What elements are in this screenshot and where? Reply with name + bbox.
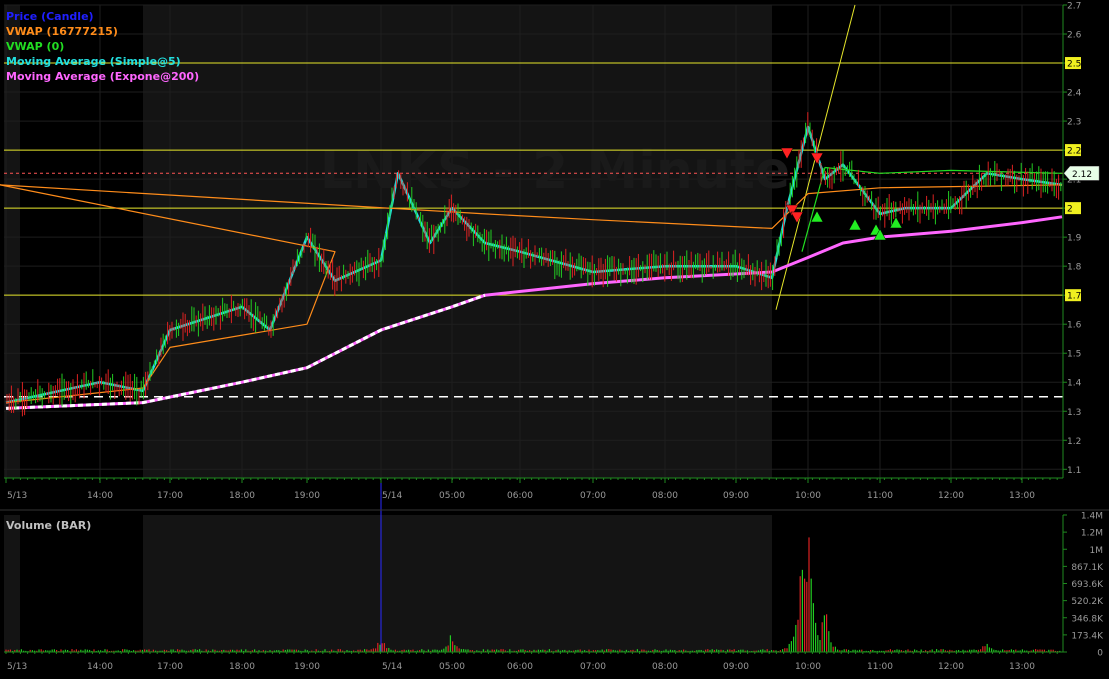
session-shade — [143, 515, 772, 652]
volume-tick-label: 867.1K — [1071, 563, 1104, 573]
price-tick-label: 2.4 — [1067, 89, 1082, 99]
chart-window: LNKS - 2 Minute 2.72.62.52.42.32.22.121.… — [0, 0, 1109, 675]
time-tick-label: 05:00 — [439, 491, 465, 501]
volume-time-tick-label: 5/13 — [7, 662, 27, 672]
price-tick-label: 2.3 — [1067, 118, 1081, 128]
volume-panel-title: Volume (BAR) — [6, 519, 92, 532]
price-tick-label: 1.4 — [1067, 379, 1082, 389]
price-tick-label: 1.8 — [1067, 263, 1082, 273]
volume-tick-label: 0 — [1097, 649, 1103, 659]
legend-price[interactable]: Price (Candle) — [6, 9, 199, 24]
session-shade — [143, 5, 772, 478]
chart-legend: Price (Candle) VWAP (16777215) VWAP (0) … — [6, 9, 199, 84]
time-tick-label: 19:00 — [294, 491, 320, 501]
time-tick-label: 14:00 — [87, 491, 113, 501]
price-tick-label: 1.6 — [1067, 321, 1082, 331]
volume-tick-label: 173.4K — [1071, 631, 1104, 641]
volume-time-tick-label: 5/14 — [382, 662, 402, 672]
legend-sma5[interactable]: Moving Average (Simple@5) — [6, 54, 199, 69]
volume-time-tick-label: 05:00 — [439, 662, 465, 672]
volume-tick-label: 1.4M — [1081, 512, 1103, 522]
legend-ema200[interactable]: Moving Average (Expone@200) — [6, 69, 199, 84]
level-label: 2.5 — [1067, 60, 1081, 70]
volume-time-tick-label: 18:00 — [229, 662, 255, 672]
price-tick-label: 2.7 — [1067, 2, 1081, 12]
time-tick-label: 18:00 — [229, 491, 255, 501]
volume-tick-label: 1.2M — [1081, 529, 1103, 539]
volume-time-tick-label: 17:00 — [157, 662, 183, 672]
session-shade — [4, 515, 20, 652]
legend-vwap-orange[interactable]: VWAP (16777215) — [6, 24, 199, 39]
legend-vwap-green[interactable]: VWAP (0) — [6, 39, 199, 54]
time-tick-label: 5/14 — [382, 491, 402, 501]
sell-signal-triangle — [790, 211, 804, 224]
volume-time-tick-label: 08:00 — [652, 662, 678, 672]
price-tick-label: 1.5 — [1067, 350, 1081, 360]
volume-time-tick-label: 12:00 — [938, 662, 964, 672]
volume-time-tick-label: 10:00 — [795, 662, 821, 672]
price-tick-label: 1.2 — [1067, 437, 1081, 447]
volume-time-tick-label: 14:00 — [87, 662, 113, 672]
time-tick-label: 13:00 — [1009, 491, 1035, 501]
price-tick-label: 1.1 — [1067, 466, 1081, 476]
time-tick-label: 12:00 — [938, 491, 964, 501]
volume-time-tick-label: 13:00 — [1009, 662, 1035, 672]
price-tick-label: 1.9 — [1067, 234, 1082, 244]
last-price-label: 2.12 — [1072, 170, 1092, 180]
price-tick-label: 2.6 — [1067, 31, 1082, 41]
volume-tick-label: 693.6K — [1071, 580, 1104, 590]
time-tick-label: 07:00 — [580, 491, 606, 501]
time-tick-label: 08:00 — [652, 491, 678, 501]
volume-time-tick-label: 06:00 — [507, 662, 533, 672]
sell-signal-triangle — [810, 152, 824, 165]
time-tick-label: 09:00 — [723, 491, 749, 501]
volume-time-tick-label: 19:00 — [294, 662, 320, 672]
volume-tick-label: 346.8K — [1071, 614, 1104, 624]
time-tick-label: 11:00 — [867, 491, 893, 501]
price-volume-chart[interactable]: LNKS - 2 Minute 2.72.62.52.42.32.22.121.… — [0, 0, 1109, 675]
level-label: 1.7 — [1067, 292, 1081, 302]
volume-tick-label: 520.2K — [1071, 597, 1104, 607]
level-label: 2 — [1067, 205, 1073, 215]
time-tick-label: 17:00 — [157, 491, 183, 501]
volume-time-tick-label: 09:00 — [723, 662, 749, 672]
time-tick-label: 10:00 — [795, 491, 821, 501]
time-tick-label: 06:00 — [507, 491, 533, 501]
level-label: 2.2 — [1067, 147, 1081, 157]
buy-signal-triangle — [848, 218, 862, 231]
volume-time-tick-label: 07:00 — [580, 662, 606, 672]
volume-time-tick-label: 11:00 — [867, 662, 893, 672]
price-tick-label: 1.3 — [1067, 408, 1081, 418]
volume-tick-label: 1M — [1090, 546, 1104, 556]
time-tick-label: 5/13 — [7, 491, 27, 501]
